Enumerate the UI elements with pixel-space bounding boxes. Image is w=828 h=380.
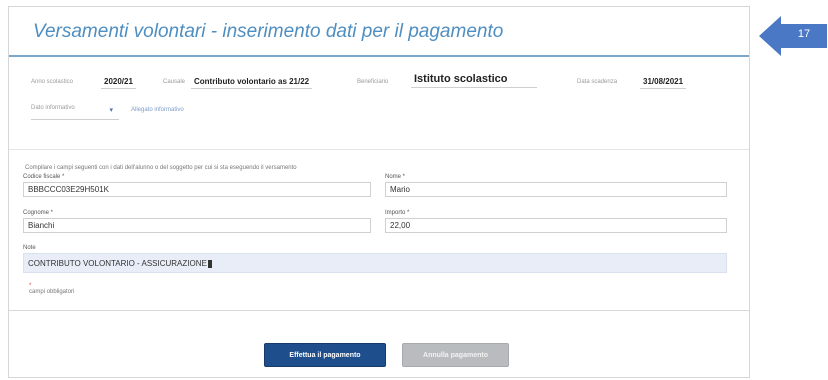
due-date-label: Data scadenza (577, 79, 618, 85)
notes-field: Note CONTRIBUTO VOLONTARIO - ASSICURAZIO… (23, 245, 727, 273)
info-attachment-link[interactable]: Allegato informativo (131, 107, 184, 113)
slide-number: 17 (797, 28, 811, 40)
beneficiary-label: Beneficiario (357, 79, 389, 85)
divider (9, 310, 749, 311)
form-instructions: Compilare i campi seguenti con i dati de… (25, 165, 297, 171)
beneficiary-value: Istituto scolastico (411, 73, 537, 88)
due-date-value: 31/08/2021 (640, 77, 687, 89)
notes-input[interactable]: CONTRIBUTO VOLONTARIO - ASSICURAZIONE (23, 253, 727, 273)
title-bar: Versamenti volontari - inserimento dati … (9, 7, 749, 57)
cause-label: Causale (163, 79, 186, 85)
surname-field: Cognome * Bianchi (23, 210, 371, 233)
fiscal-code-input[interactable]: BBBCCC03E29H501K (23, 182, 371, 197)
amount-label: Importo * (385, 210, 410, 216)
text-cursor (207, 259, 212, 268)
page-title: Versamenti volontari - inserimento dati … (33, 21, 504, 42)
name-field: Nome * Mario (385, 174, 727, 197)
notes-label: Note (23, 245, 36, 251)
name-label: Nome * (385, 174, 406, 180)
required-fields-note: campi obbligatori (29, 289, 75, 295)
amount-field: Importo * 22,00 (385, 210, 727, 233)
info-select[interactable]: Dato informativo ▾ (31, 105, 119, 120)
payment-summary-row: Anno scolastico 2020/21 Causale Contribu… (9, 73, 749, 93)
cause-value: Contributo volontario as 21/22 (191, 77, 313, 89)
amount-input[interactable]: 22,00 (385, 218, 727, 233)
fiscal-code-label: Codice fiscale * (23, 174, 65, 180)
fiscal-code-field: Codice fiscale * BBBCCC03E29H501K (23, 174, 371, 197)
info-select-placeholder: Dato informativo (31, 105, 75, 111)
notes-text: CONTRIBUTO VOLONTARIO - ASSICURAZIONE (28, 259, 207, 268)
slide-number-badge: 17 (759, 16, 827, 56)
divider (9, 149, 749, 150)
surname-label: Cognome * (23, 210, 54, 216)
name-input[interactable]: Mario (385, 182, 727, 197)
cancel-payment-button[interactable]: Annulla pagamento (402, 343, 509, 367)
chevron-down-icon: ▾ (109, 107, 113, 114)
info-options-row: Dato informativo ▾ Allegato informativo (9, 105, 749, 123)
surname-input[interactable]: Bianchi (23, 218, 371, 233)
payment-panel: Versamenti volontari - inserimento dati … (8, 6, 750, 378)
pay-button[interactable]: Effettua il pagamento (264, 343, 386, 367)
year-label: Anno scolastico (31, 79, 74, 85)
year-value: 2020/21 (101, 77, 136, 89)
